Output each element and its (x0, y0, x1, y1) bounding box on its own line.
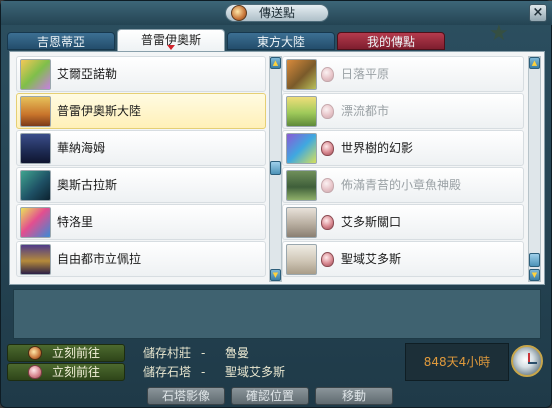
saved-tower-value: 聖域艾多斯 (225, 365, 286, 379)
region-row-selected[interactable]: 普雷伊奧斯大陸 (16, 93, 266, 129)
tower-image-button[interactable]: 石塔影像 (147, 387, 225, 405)
destination-list-scrollbar[interactable]: ▲ ▼ (528, 56, 541, 282)
region-thumbnail-icon (20, 207, 51, 238)
teleport-egg-icon (321, 104, 334, 119)
destination-label: 漂流都市 (341, 104, 390, 118)
saved-village-value: 魯曼 (225, 346, 250, 360)
time-remaining-box: 848天4小時 (405, 343, 509, 381)
time-remaining: 848天4小時 (423, 355, 491, 369)
tab-eastern-continent[interactable]: 東方大陸 (227, 32, 335, 50)
destination-thumbnail-icon (286, 59, 317, 90)
teleport-window: 傳送點 × 吉恩蒂亞 普雷伊奧斯 東方大陸 我的傳點 ★ 艾爾亞諾勒 普雷伊奧斯… (0, 0, 552, 408)
active-tab-caret-icon (167, 45, 175, 50)
region-tabs: 吉恩蒂亞 普雷伊奧斯 東方大陸 我的傳點 (7, 29, 547, 51)
teleport-list-panel: 艾爾亞諾勒 普雷伊奧斯大陸 華納海姆 奧斯古拉斯 特洛里 自由都市立佩拉 ▲ ▼… (9, 51, 545, 285)
teleport-egg-icon (321, 178, 334, 193)
destination-label: 艾多斯關口 (341, 215, 402, 229)
destination-label: 世界樹的幻影 (341, 141, 414, 155)
region-label: 艾爾亞諾勒 (57, 67, 118, 81)
region-thumbnail-icon (20, 133, 51, 164)
tab-label: 我的傳點 (366, 35, 415, 49)
region-list-scrollbar[interactable]: ▲ ▼ (269, 56, 282, 282)
region-row[interactable]: 華納海姆 (16, 130, 266, 166)
go-now-label: 立刻前往 (52, 346, 101, 360)
region-row[interactable]: 自由都市立佩拉 (16, 241, 266, 277)
button-label: 石塔影像 (161, 389, 210, 403)
tab-label: 東方大陸 (256, 35, 305, 49)
region-thumbnail-icon (20, 59, 51, 90)
title-bar: 傳送點 × (1, 1, 552, 25)
button-label: 移動 (341, 389, 366, 403)
destination-label: 聖域艾多斯 (341, 252, 402, 266)
go-now-tower-button[interactable]: 立刻前往 (7, 363, 125, 381)
region-thumbnail-icon (20, 244, 51, 275)
region-thumbnail-icon (20, 170, 51, 201)
favorite-star-icon[interactable]: ★ (489, 23, 509, 45)
go-now-village-button[interactable]: 立刻前往 (7, 344, 125, 362)
destination-row[interactable]: 艾多斯關口 (282, 204, 524, 240)
teleport-egg-icon (321, 141, 334, 156)
action-bar: 石塔影像 確認位置 移動 (147, 387, 395, 405)
region-label: 華納海姆 (57, 141, 106, 155)
saved-tower-row: 儲存石塔 - 聖域艾多斯 (143, 363, 285, 381)
tab-label: 吉恩蒂亞 (36, 35, 85, 49)
clock-hand (528, 362, 537, 364)
region-label: 普雷伊奧斯大陸 (57, 104, 142, 118)
scroll-up-arrow-icon[interactable]: ▲ (529, 57, 540, 69)
go-now-label: 立刻前往 (52, 365, 101, 379)
region-row[interactable]: 艾爾亞諾勒 (16, 56, 266, 92)
tab-my-teleports[interactable]: 我的傳點 (337, 32, 445, 50)
tab-gientia[interactable]: 吉恩蒂亞 (7, 32, 115, 50)
separator: - (201, 365, 206, 379)
teleport-egg-icon (28, 365, 42, 379)
teleport-gem-icon (28, 346, 42, 360)
destination-thumbnail-icon (286, 207, 317, 238)
separator: - (201, 346, 206, 360)
move-button[interactable]: 移動 (315, 387, 393, 405)
scrollbar-thumb[interactable] (529, 253, 540, 267)
saved-village-row: 儲存村莊 - 魯曼 (143, 344, 249, 362)
destination-row[interactable]: 漂流都市 (282, 93, 524, 129)
confirm-location-button[interactable]: 確認位置 (231, 387, 309, 405)
destination-row[interactable]: 日落平原 (282, 56, 524, 92)
button-label: 確認位置 (245, 389, 294, 403)
destination-label: 佈滿青苔的小章魚神殿 (341, 178, 462, 192)
destination-label: 日落平原 (341, 67, 390, 81)
destination-thumbnail-icon (286, 133, 317, 164)
close-button[interactable]: × (529, 4, 547, 22)
window-title: 傳送點 (258, 6, 295, 20)
destination-list: 日落平原 漂流都市 世界樹的幻影 佈滿青苔的小章魚神殿 艾多斯關口 聖域艾多斯 (282, 56, 524, 282)
clock-icon (511, 345, 543, 377)
saved-village-label: 儲存村莊 (143, 346, 192, 360)
teleport-gem-icon (231, 5, 247, 21)
destination-thumbnail-icon (286, 96, 317, 127)
teleport-egg-icon (321, 252, 334, 267)
region-label: 特洛里 (57, 215, 94, 229)
scroll-down-arrow-icon[interactable]: ▼ (529, 269, 540, 281)
region-list: 艾爾亞諾勒 普雷伊奧斯大陸 華納海姆 奧斯古拉斯 特洛里 自由都市立佩拉 (16, 56, 266, 282)
region-row[interactable]: 特洛里 (16, 204, 266, 240)
description-panel (13, 289, 541, 339)
destination-thumbnail-icon (286, 244, 317, 275)
region-label: 自由都市立佩拉 (57, 252, 142, 266)
destination-thumbnail-icon (286, 170, 317, 201)
teleport-egg-icon (321, 67, 334, 82)
region-row[interactable]: 奧斯古拉斯 (16, 167, 266, 203)
scroll-down-arrow-icon[interactable]: ▼ (270, 269, 281, 281)
saved-tower-label: 儲存石塔 (143, 365, 192, 379)
scrollbar-thumb[interactable] (270, 161, 281, 175)
saved-points-area: 立刻前往 立刻前往 儲存村莊 - 魯曼 儲存石塔 - 聖域艾多斯 (7, 343, 403, 383)
destination-row[interactable]: 世界樹的幻影 (282, 130, 524, 166)
destination-row[interactable]: 聖域艾多斯 (282, 241, 524, 277)
teleport-egg-icon (321, 215, 334, 230)
region-thumbnail-icon (20, 96, 51, 127)
region-label: 奧斯古拉斯 (57, 178, 118, 192)
scroll-up-arrow-icon[interactable]: ▲ (270, 57, 281, 69)
destination-row[interactable]: 佈滿青苔的小章魚神殿 (282, 167, 524, 203)
